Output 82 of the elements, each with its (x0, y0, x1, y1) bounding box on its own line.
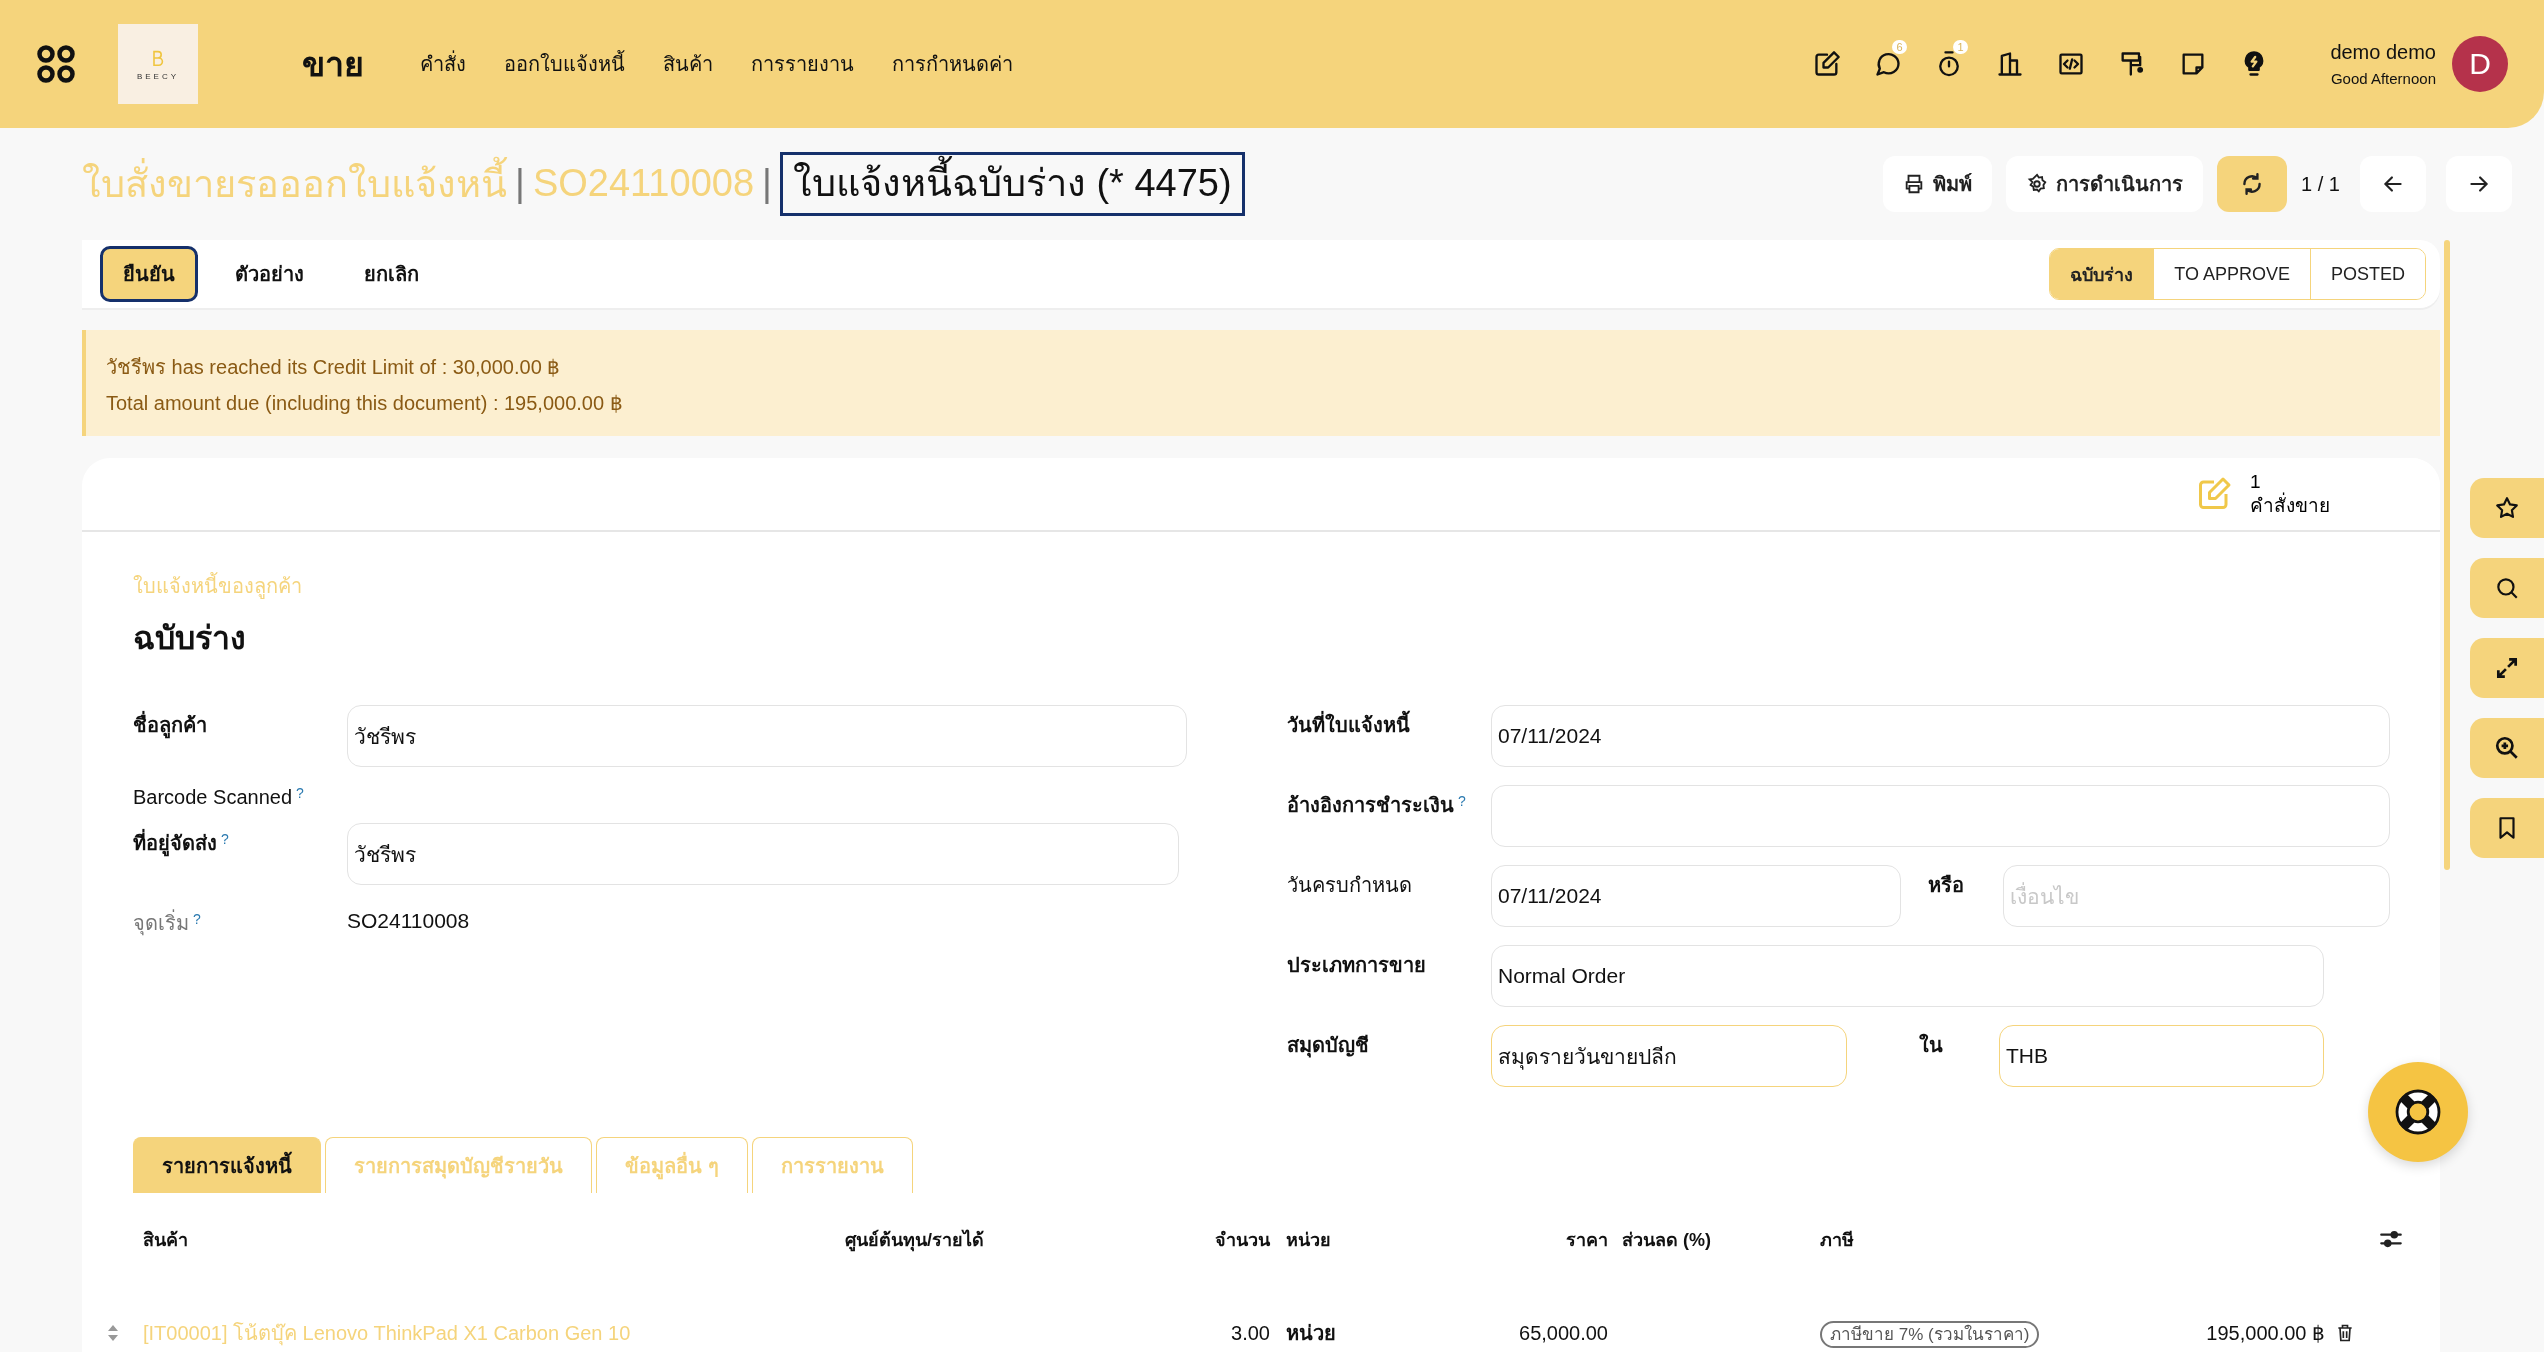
logo-text: BEECY (136, 71, 180, 81)
alert-text: วัชรีพร has reached its Credit Limit of : 30,000.00 ฿ (106, 355, 562, 380)
table-cell-text: หน่วย (1285, 1321, 1337, 1346)
table-cell-text: 65,000.00 (1518, 1321, 1608, 1345)
table-cell-text: 3.00 (1230, 1321, 1270, 1345)
input-field[interactable]: Normal Order (1491, 945, 2324, 1007)
input-field[interactable]: วัชรีพร (347, 705, 1187, 767)
favorite-button[interactable] (2470, 478, 2544, 538)
print-button[interactable]: พิมพ์ (1883, 156, 1993, 212)
status-stage[interactable]: ฉบับร่าง (2050, 249, 2154, 299)
action-button[interactable]: ยกเลิก (341, 246, 442, 302)
search-icon (2494, 575, 2520, 601)
star-icon (2494, 495, 2520, 521)
action-button[interactable]: ยืนยัน (100, 246, 198, 302)
count-badge: 1 (1953, 40, 1968, 54)
column-header[interactable]: ศูนย์ต้นทุน/รายได้ (845, 1224, 1205, 1254)
search-button[interactable] (2470, 558, 2544, 618)
input-field[interactable]: THB (1999, 1025, 2324, 1087)
column-header[interactable]: ราคา (1400, 1224, 1608, 1254)
field-label: อ้างอิงการชำระเงิน (1287, 794, 1454, 816)
page-title: ใบแจ้งหนี้ฉบับร่าง (* 4475) (779, 152, 1245, 216)
breadcrumb-separator: | (762, 162, 772, 206)
count-badge: 6 (1892, 40, 1907, 54)
help-mark[interactable]: ? (1458, 792, 1466, 809)
building-icon[interactable] (1996, 50, 2025, 78)
field-label: ประเภทการขาย (1287, 954, 1426, 976)
table-cell-text: 195,000.00 ฿ (2205, 1321, 2325, 1345)
menu-item[interactable]: คำสั่ง (420, 48, 466, 80)
help-mark[interactable]: ? (296, 785, 304, 801)
alert-text: Total amount due (including this document) : 195,000.00 ฿ (106, 391, 624, 415)
notebook-tab[interactable]: รายการแจ้งหนี้ (133, 1137, 321, 1193)
input-field[interactable]: วัชรีพร (347, 823, 1179, 885)
user-avatar[interactable]: D (2452, 36, 2508, 92)
field-value[interactable]: SO24110008 (347, 903, 470, 933)
bookmark-button[interactable] (2470, 798, 2544, 858)
drag-handle-icon[interactable] (106, 1323, 119, 1343)
smart-button-label: คำสั่งขาย (2250, 494, 2330, 518)
document-name: ฉบับร่าง (133, 619, 247, 658)
help-button[interactable] (2368, 1062, 2468, 1162)
zoom-button[interactable] (2470, 718, 2544, 778)
expand-icon (2494, 655, 2520, 681)
settings-icon (2026, 173, 2049, 195)
edit-icon[interactable] (1813, 50, 1842, 78)
refresh-button[interactable] (2217, 156, 2288, 212)
menu-item[interactable]: ออกใบแจ้งหนี้ (504, 48, 625, 80)
status-stage[interactable]: POSTED (2310, 249, 2425, 299)
column-header[interactable]: ส่วนลด (%) (1608, 1224, 1820, 1254)
pager-text: 1 / 1 (2301, 172, 2340, 196)
column-header[interactable]: หน่วย (1270, 1224, 1400, 1254)
help-mark[interactable]: ? (221, 830, 229, 847)
greeting-text: Good Afternoon (2330, 70, 2436, 87)
document-type: ใบแจ้งหนี้ของลูกค้า (133, 570, 2390, 602)
app-title[interactable]: ขาย (302, 37, 364, 91)
action-button[interactable]: ตัวอย่าง (212, 246, 327, 302)
apps-menu-icon[interactable] (36, 44, 76, 84)
input-field[interactable]: สมุดรายวันขายปลีก (1491, 1025, 1847, 1087)
user-name: demo demo (2330, 41, 2436, 64)
tax-tag: ภาษีขาย 7% (รวมในราคา) (1820, 1320, 2040, 1348)
menu-item[interactable]: การรายงาน (751, 48, 854, 80)
trash-icon[interactable] (2335, 1323, 2355, 1343)
field-label: สมุดบัญชี (1287, 1034, 1369, 1056)
expand-button[interactable] (2470, 638, 2544, 698)
company-logo[interactable]: BEECY (118, 24, 198, 104)
field-label: ใน (1919, 1032, 1944, 1058)
edit-icon (2196, 476, 2232, 512)
column-header[interactable]: จำนวน (1205, 1224, 1270, 1254)
input-field[interactable]: 07/11/2024 (1491, 705, 2390, 767)
breadcrumb-separator: | (515, 162, 525, 206)
actions-button[interactable]: การดำเนินการ (2006, 156, 2204, 212)
input-field[interactable] (1491, 785, 2390, 847)
zoom-in-icon (2494, 735, 2520, 761)
help-mark[interactable]: ? (193, 910, 201, 927)
column-header[interactable]: สินค้า (143, 1224, 845, 1254)
menu-item[interactable]: สินค้า (663, 48, 713, 80)
field-label: Barcode Scanned (133, 786, 292, 809)
column-header[interactable]: ภาษี (1820, 1224, 2100, 1254)
menu-item[interactable]: การกำหนดค่า (892, 48, 1013, 80)
field-label: หรือ (1928, 873, 1965, 898)
input-field[interactable]: 07/11/2024 (1491, 865, 1901, 927)
chat-icon[interactable] (1874, 50, 1903, 78)
count-text: 1 (2250, 470, 2261, 492)
field-label: วันครบกำหนด (1287, 874, 1412, 896)
